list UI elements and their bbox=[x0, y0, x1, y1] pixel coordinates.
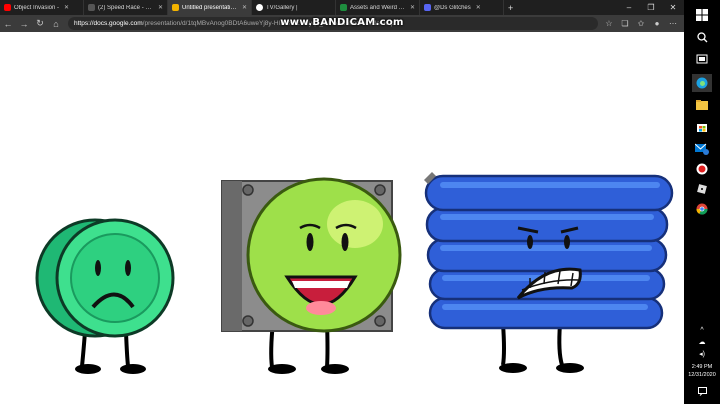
discord-icon bbox=[424, 4, 431, 11]
tab-object-invasion[interactable]: Object Invasion - ✕ bbox=[0, 0, 84, 15]
blue-stack-character bbox=[424, 174, 674, 373]
box-screw bbox=[374, 184, 386, 196]
volume-icon[interactable]: ◂) bbox=[692, 348, 712, 360]
tab-label: @Ds Glitches bbox=[434, 4, 471, 11]
ball-left-foot bbox=[268, 364, 296, 374]
url-text: https://docs.google.com/presentation/d/1… bbox=[74, 20, 394, 27]
fandom-icon bbox=[256, 4, 263, 11]
maximize-button[interactable]: ❐ bbox=[640, 0, 662, 15]
cloud-icon[interactable]: ☁ bbox=[692, 336, 712, 348]
box-screw bbox=[374, 315, 386, 327]
roblox-app-icon[interactable] bbox=[692, 180, 712, 198]
coin-left-foot bbox=[75, 364, 101, 374]
stack-ring-1 bbox=[424, 174, 674, 212]
more-icon[interactable]: ⋯ bbox=[666, 17, 680, 31]
ball-left-eye bbox=[306, 233, 314, 251]
stack-right-leg bbox=[557, 323, 564, 366]
close-icon[interactable]: ✕ bbox=[158, 4, 163, 11]
coin-inner-ring bbox=[70, 233, 160, 323]
mail-icon[interactable] bbox=[692, 140, 712, 158]
stack-right-foot bbox=[556, 363, 584, 373]
tab-assets-weird-face[interactable]: Assets and Weird Face ✕ bbox=[336, 0, 420, 15]
close-icon[interactable]: ✕ bbox=[410, 4, 415, 11]
url-path: /presentation/d/1tqMBvAnog0BDtA6uweYj8y-… bbox=[142, 20, 395, 27]
stack-shine-1 bbox=[440, 182, 660, 188]
url-host: https://docs.google.com bbox=[74, 20, 143, 27]
chrome-icon[interactable] bbox=[692, 200, 712, 218]
box-screw bbox=[242, 315, 254, 327]
close-icon[interactable]: ✕ bbox=[64, 4, 69, 11]
address-bar[interactable]: https://docs.google.com/presentation/d/1… bbox=[68, 17, 598, 30]
new-tab-button[interactable]: + bbox=[504, 3, 517, 13]
tab-untitled-presentation[interactable]: Untitled presentation ✕ bbox=[168, 0, 252, 15]
browser-tab-strip: Object Invasion - ✕ (2) Speed Race - Rob… bbox=[0, 0, 684, 15]
toolbar-icons: ☆ ❏ ✩ ● ⋯ bbox=[602, 17, 684, 31]
stack-ring-3 bbox=[426, 237, 668, 273]
star-icon[interactable]: ☆ bbox=[602, 17, 616, 31]
stack-ring-5 bbox=[428, 296, 664, 330]
slide-artwork bbox=[35, 172, 674, 374]
tab-tv-gallery[interactable]: TV/Gallery | bbox=[252, 0, 336, 15]
ball-right-foot bbox=[321, 364, 349, 374]
home-icon[interactable]: ⌂ bbox=[48, 15, 64, 32]
reload-icon[interactable]: ↻ bbox=[32, 15, 48, 32]
stack-left-foot bbox=[499, 363, 527, 373]
forward-icon[interactable]: → bbox=[16, 15, 32, 32]
collections-icon[interactable]: ❏ bbox=[618, 17, 632, 31]
stack-right-eye bbox=[564, 235, 570, 249]
search-icon[interactable] bbox=[692, 28, 712, 46]
favorites-icon[interactable]: ✩ bbox=[634, 17, 648, 31]
window-controls: – ❐ ✕ bbox=[618, 0, 684, 15]
stack-shine-3 bbox=[440, 245, 652, 251]
ball-highlight bbox=[327, 200, 383, 248]
slides-icon bbox=[172, 4, 179, 11]
edge-icon[interactable] bbox=[692, 74, 712, 92]
coin-left-leg bbox=[80, 331, 87, 367]
close-window-button[interactable]: ✕ bbox=[662, 0, 684, 15]
ball-teeth bbox=[292, 281, 350, 288]
tab-label: Assets and Weird Face bbox=[350, 4, 405, 11]
minimize-button[interactable]: – bbox=[618, 0, 640, 15]
profile-icon[interactable]: ● bbox=[650, 17, 664, 31]
notification-icon[interactable] bbox=[692, 384, 712, 398]
roblox-icon bbox=[88, 4, 95, 11]
coin-right-leg bbox=[124, 331, 130, 367]
wiki-icon bbox=[340, 4, 347, 11]
back-icon[interactable]: ← bbox=[0, 15, 16, 32]
stack-left-eye bbox=[527, 235, 533, 249]
close-icon[interactable]: ✕ bbox=[476, 4, 481, 11]
ball-box-character bbox=[221, 177, 402, 374]
box-screw bbox=[242, 184, 254, 196]
stack-ring-2 bbox=[425, 206, 669, 243]
tab-ds-glitches[interactable]: @Ds Glitches ✕ bbox=[420, 0, 504, 15]
ball-tongue bbox=[306, 301, 336, 315]
tab-label: TV/Gallery | bbox=[266, 4, 298, 11]
stack-shine-5 bbox=[442, 304, 648, 310]
youtube-icon bbox=[4, 4, 11, 11]
close-icon[interactable]: ✕ bbox=[242, 4, 247, 11]
slide-canvas bbox=[0, 32, 684, 404]
coin-right-eye bbox=[125, 260, 131, 276]
store-icon[interactable] bbox=[692, 118, 712, 136]
task-view-icon[interactable] bbox=[692, 50, 712, 68]
ball-right-eye bbox=[341, 233, 349, 251]
tab-label: Object Invasion - bbox=[14, 4, 60, 11]
clock-date[interactable]: 12/31/2020 bbox=[684, 372, 720, 379]
tab-label: Untitled presentation bbox=[182, 4, 237, 11]
box-shadow-side bbox=[222, 181, 242, 331]
coin-character bbox=[35, 218, 175, 374]
coin-left-eye bbox=[95, 260, 101, 276]
file-explorer-icon[interactable] bbox=[692, 96, 712, 114]
tab-speed-race[interactable]: (2) Speed Race - Roblo ✕ bbox=[84, 0, 168, 15]
chevron-up-icon[interactable]: ^ bbox=[692, 324, 712, 336]
clock-time[interactable]: 2:49 PM bbox=[684, 364, 720, 371]
tab-label: (2) Speed Race - Roblo bbox=[98, 4, 153, 11]
record-icon[interactable] bbox=[692, 160, 712, 178]
stack-shine-2 bbox=[440, 214, 654, 220]
browser-toolbar: ← → ↻ ⌂ https://docs.google.com/presenta… bbox=[0, 15, 684, 32]
stack-left-leg bbox=[501, 323, 506, 366]
windows-taskbar: ^ ☁ ◂) 2:49 PM 12/31/2020 bbox=[684, 0, 720, 404]
coin-right-foot bbox=[120, 364, 146, 374]
windows-start-icon[interactable] bbox=[692, 6, 712, 24]
